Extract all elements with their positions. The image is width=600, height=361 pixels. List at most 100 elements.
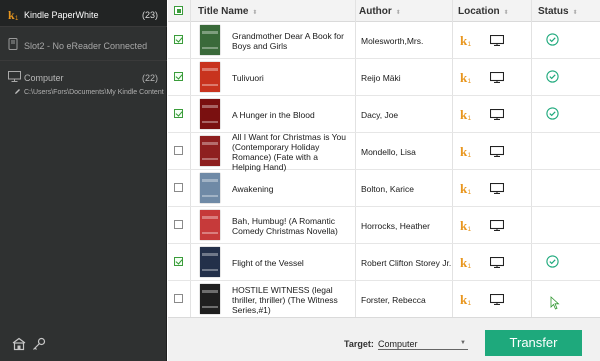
computer-location-icon	[489, 34, 505, 48]
row-checkbox[interactable]	[174, 146, 183, 155]
svg-text:1: 1	[468, 41, 472, 47]
row-checkbox[interactable]	[174, 72, 183, 81]
kindle-location-icon: k1	[460, 181, 473, 197]
device-computer[interactable]: Computer (22) C:\Users\Fors\Documents\My…	[0, 61, 167, 101]
computer-location-icon	[489, 256, 505, 270]
book-author: Reijo Mäki	[361, 73, 401, 83]
book-cover-image	[200, 173, 220, 203]
book-cover-image	[200, 25, 220, 55]
row-checkbox[interactable]	[174, 257, 183, 266]
device-book-count: (23)	[141, 10, 158, 20]
book-author: Bolton, Karice	[361, 184, 414, 194]
dropdown-arrow-icon: ▼	[460, 340, 466, 346]
kindle-location-icon: k1	[460, 255, 473, 271]
book-title: All I Want for Christmas is You (Contemp…	[232, 131, 347, 172]
author-column-header[interactable]: Author ⬍	[359, 6, 401, 17]
book-table-body: Grandmother Dear A Book for Boys and Gir…	[168, 22, 600, 317]
computer-location-icon	[489, 108, 505, 122]
device-name: Kindle PaperWhite	[24, 10, 99, 20]
kindle-location-icon: k1	[460, 144, 473, 160]
svg-text:1: 1	[468, 263, 472, 269]
pencil-icon	[15, 89, 20, 94]
sidebar-toolbar	[8, 337, 68, 355]
kindle-icon: k1	[8, 8, 20, 23]
synced-check-icon	[546, 255, 559, 270]
row-checkbox[interactable]	[174, 220, 183, 229]
select-all-checkbox[interactable]	[174, 6, 183, 15]
footer-bar: Target: Computer ▼ Transfer	[168, 317, 600, 361]
row-checkbox[interactable]	[174, 294, 183, 303]
computer-location-icon	[489, 145, 505, 159]
table-row[interactable]: Grandmother Dear A Book for Boys and Gir…	[168, 22, 600, 59]
svg-text:1: 1	[468, 115, 472, 121]
book-title: A Hunger in the Blood	[232, 109, 315, 120]
book-cover-image	[200, 284, 220, 314]
title-column-header[interactable]: Title Name ⬍	[198, 6, 257, 17]
computer-icon	[8, 71, 21, 84]
computer-location-icon	[489, 71, 505, 85]
book-title: Grandmother Dear A Book for Boys and Gir…	[232, 30, 344, 51]
sort-arrows-icon: ⬍	[395, 10, 401, 16]
table-row[interactable]: Tulivuori Reijo Mäki k 1	[168, 59, 600, 96]
location-column-header[interactable]: Location ⬍	[458, 6, 509, 17]
svg-text:1: 1	[468, 189, 472, 195]
table-row[interactable]: HOSTILE WITNESS (legal thriller, thrille…	[168, 281, 600, 317]
table-row[interactable]: Flight of the Vessel Robert Clifton Store…	[168, 244, 600, 281]
row-checkbox[interactable]	[174, 109, 183, 118]
computer-location-icon	[489, 182, 505, 196]
key-icon[interactable]	[32, 337, 46, 353]
book-title: Tulivuori	[232, 72, 264, 83]
synced-check-icon	[546, 33, 559, 48]
book-cover-image	[200, 210, 220, 240]
book-table-header: Title Name ⬍ Author ⬍ Location ⬍ Status ⬍	[168, 0, 600, 22]
kindle-location-icon: k1	[460, 70, 473, 86]
book-author: Dacy, Joe	[361, 110, 399, 120]
transfer-button[interactable]: Transfer	[485, 330, 582, 356]
synced-check-icon	[546, 70, 559, 85]
device-name: Slot2 - No eReader Connected	[24, 41, 148, 51]
book-title: Flight of the Vessel	[232, 257, 304, 268]
book-author: Robert Clifton Storey Jr.	[361, 258, 452, 268]
computer-location-icon	[489, 293, 505, 307]
library-path-text: C:\Users\Fors\Documents\My Kindle Conten…	[24, 89, 164, 96]
row-checkbox[interactable]	[174, 183, 183, 192]
svg-text:k: k	[8, 8, 15, 21]
target-dropdown[interactable]: Computer ▼	[378, 337, 468, 350]
book-title: Awakening	[232, 183, 274, 194]
svg-text:1: 1	[468, 152, 472, 158]
mouse-cursor-icon	[550, 296, 560, 312]
device-name: Computer	[24, 73, 64, 83]
book-author: Molesworth,Mrs.	[361, 36, 424, 46]
computer-location-icon	[489, 219, 505, 233]
device-slot2[interactable]: Slot2 - No eReader Connected	[0, 27, 167, 61]
book-cover-image	[200, 99, 220, 129]
library-home-icon[interactable]	[12, 337, 26, 353]
sort-arrows-icon: ⬍	[503, 10, 509, 16]
book-cover-image	[200, 247, 220, 277]
table-row[interactable]: Bah, Humbug! (A Romantic Comedy Christma…	[168, 207, 600, 244]
book-author: Forster, Rebecca	[361, 295, 426, 305]
book-cover-image	[200, 62, 220, 92]
ereader-icon	[8, 38, 18, 52]
device-kindle-paperwhite[interactable]: k1 Kindle PaperWhite (23)	[0, 0, 167, 27]
kindle-location-icon: k1	[460, 292, 473, 308]
sort-arrows-icon: ⬍	[252, 10, 258, 16]
status-column-header[interactable]: Status ⬍	[538, 6, 578, 17]
synced-check-icon	[546, 107, 559, 122]
device-book-count: (22)	[141, 73, 158, 83]
table-row[interactable]: Awakening Bolton, Karice k 1	[168, 170, 600, 207]
library-path[interactable]: C:\Users\Fors\Documents\My Kindle Conten…	[14, 88, 164, 96]
row-checkbox[interactable]	[174, 35, 183, 44]
table-row[interactable]: All I Want for Christmas is You (Contemp…	[168, 131, 600, 172]
device-sidebar: k1 Kindle PaperWhite (23) Slot2 - No eRe…	[0, 0, 167, 361]
book-title: HOSTILE WITNESS (legal thriller, thrille…	[232, 284, 338, 315]
svg-text:1: 1	[468, 226, 472, 232]
kindle-location-icon: k1	[460, 33, 473, 49]
kindle-location-icon: k1	[460, 218, 473, 234]
svg-text:1: 1	[468, 300, 472, 306]
target-label: Target:	[344, 339, 374, 349]
table-row[interactable]: A Hunger in the Blood Dacy, Joe k 1	[168, 96, 600, 133]
svg-text:1: 1	[468, 78, 472, 84]
target-value: Computer	[378, 339, 418, 349]
svg-text:1: 1	[15, 16, 19, 21]
